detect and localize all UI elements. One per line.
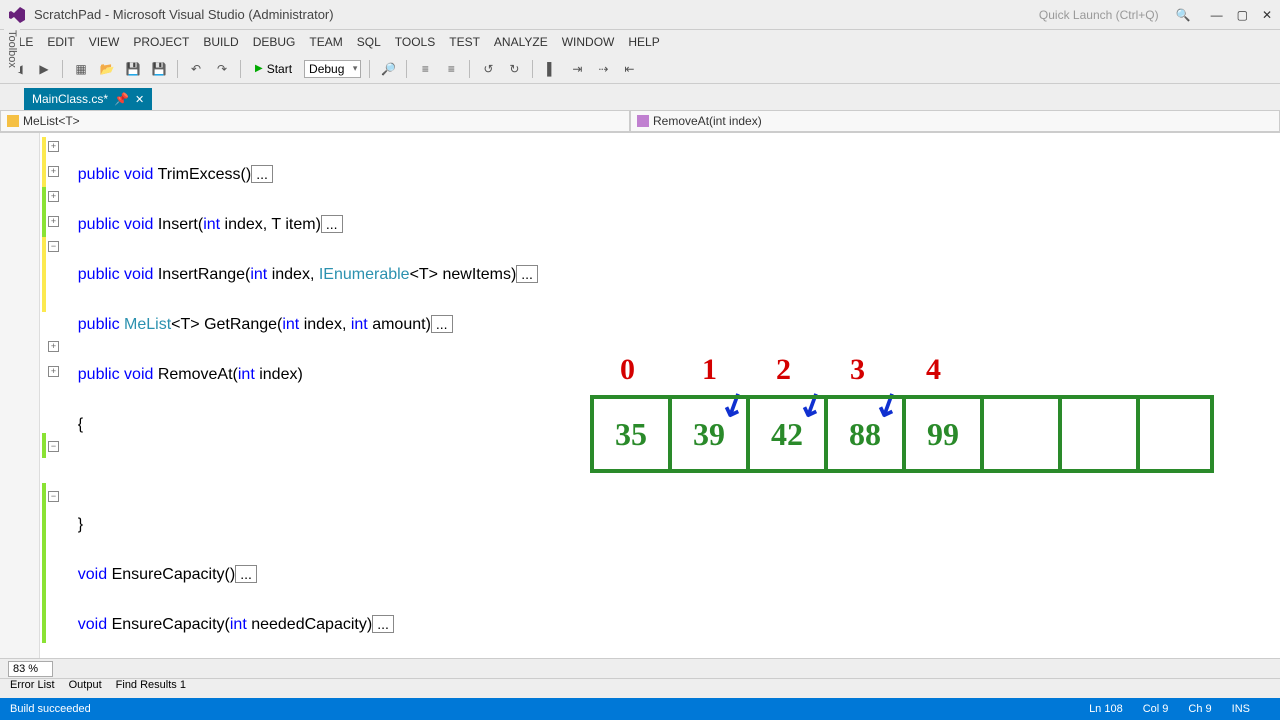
menu-edit[interactable]: EDIT xyxy=(47,35,74,49)
array-cell: 39 xyxy=(668,395,746,473)
tab-pin-icon[interactable]: 📌 xyxy=(114,92,129,106)
step-into-icon[interactable]: ⇥ xyxy=(567,59,587,79)
zoom-bar: 83 % xyxy=(0,658,1280,678)
menu-debug[interactable]: DEBUG xyxy=(253,35,296,49)
redo-icon[interactable]: ↷ xyxy=(212,59,232,79)
fold-icon[interactable]: + xyxy=(48,366,59,377)
open-file-icon[interactable]: 📂 xyxy=(97,59,117,79)
toolbox-panel-tab[interactable]: Toolbox xyxy=(4,26,20,72)
menu-sql[interactable]: SQL xyxy=(357,35,381,49)
vs-logo-icon xyxy=(8,6,26,24)
array-cell xyxy=(1058,395,1136,473)
code-editor[interactable]: + + + + − + + − − public void TrimExcess… xyxy=(0,133,1280,693)
find-icon[interactable]: 🔎 xyxy=(378,59,398,79)
ins-status: INS xyxy=(1232,703,1250,715)
start-label: Start xyxy=(267,62,292,76)
undo-icon[interactable]: ↶ xyxy=(186,59,206,79)
ch-status: Ch 9 xyxy=(1188,703,1211,715)
save-all-icon[interactable]: 💾 xyxy=(149,59,169,79)
menu-help[interactable]: HELP xyxy=(628,35,659,49)
tab-label: MainClass.cs* xyxy=(32,92,108,106)
fold-icon[interactable]: − xyxy=(48,491,59,502)
code-content[interactable]: public void TrimExcess()... public void … xyxy=(60,137,566,693)
menu-test[interactable]: TEST xyxy=(449,35,480,49)
start-debug-button[interactable]: ▶ Start xyxy=(249,62,298,76)
break-icon[interactable]: ▌ xyxy=(541,59,561,79)
menu-view[interactable]: VIEW xyxy=(89,35,120,49)
menu-bar: FILE EDIT VIEW PROJECT BUILD DEBUG TEAM … xyxy=(0,30,1280,54)
step-back-icon[interactable]: ↺ xyxy=(478,59,498,79)
nav-fwd-icon[interactable]: ▶ xyxy=(34,59,54,79)
uncomment-icon[interactable]: ≡ xyxy=(441,59,461,79)
array-cell: 99 xyxy=(902,395,980,473)
tab-strip: MainClass.cs* 📌 ✕ xyxy=(0,84,1280,110)
menu-window[interactable]: WINDOW xyxy=(562,35,615,49)
fold-icon[interactable]: + xyxy=(48,216,59,227)
search-icon[interactable]: 🔍 xyxy=(1176,8,1191,22)
type-nav-dropdown[interactable]: MeList<T> xyxy=(0,110,630,132)
fold-icon[interactable]: − xyxy=(48,441,59,452)
file-tab[interactable]: MainClass.cs* 📌 ✕ xyxy=(24,88,152,110)
nav-bar: MeList<T> RemoveAt(int index) xyxy=(0,110,1280,133)
menu-analyze[interactable]: ANALYZE xyxy=(494,35,548,49)
status-bar: Build succeeded Ln 108 Col 9 Ch 9 INS xyxy=(0,698,1280,720)
save-icon[interactable]: 💾 xyxy=(123,59,143,79)
col-status: Col 9 xyxy=(1143,703,1169,715)
quick-launch-input[interactable]: Quick Launch (Ctrl+Q) xyxy=(1032,5,1166,25)
method-icon xyxy=(637,115,649,127)
menu-tools[interactable]: TOOLS xyxy=(395,35,435,49)
title-bar: ScratchPad - Microsoft Visual Studio (Ad… xyxy=(0,0,1280,30)
build-status: Build succeeded xyxy=(10,703,91,715)
close-button[interactable]: ✕ xyxy=(1262,8,1272,22)
play-icon: ▶ xyxy=(255,63,263,74)
tab-close-icon[interactable]: ✕ xyxy=(135,93,144,106)
gutter xyxy=(0,133,40,693)
line-status: Ln 108 xyxy=(1089,703,1123,715)
step-fwd-icon[interactable]: ↻ xyxy=(504,59,524,79)
fold-icon[interactable]: + xyxy=(48,141,59,152)
maximize-button[interactable]: ▢ xyxy=(1237,8,1248,22)
array-cell: 42 xyxy=(746,395,824,473)
config-dropdown[interactable]: Debug xyxy=(304,60,361,78)
array-cell: 88 xyxy=(824,395,902,473)
menu-team[interactable]: TEAM xyxy=(309,35,342,49)
class-icon xyxy=(7,115,19,127)
fold-icon[interactable]: + xyxy=(48,166,59,177)
member-nav-dropdown[interactable]: RemoveAt(int index) xyxy=(630,110,1280,132)
step-over-icon[interactable]: ⇢ xyxy=(593,59,613,79)
fold-icon[interactable]: + xyxy=(48,191,59,202)
window-title: ScratchPad - Microsoft Visual Studio (Ad… xyxy=(34,7,1032,22)
new-project-icon[interactable]: ▦ xyxy=(71,59,91,79)
toolbar: ◀ ▶ ▦ 📂 💾 💾 ↶ ↷ ▶ Start Debug 🔎 ≡ ≡ ↺ ↻ … xyxy=(0,54,1280,84)
array-cell xyxy=(1136,395,1214,473)
comment-icon[interactable]: ≡ xyxy=(415,59,435,79)
menu-build[interactable]: BUILD xyxy=(203,35,238,49)
fold-icon[interactable]: + xyxy=(48,341,59,352)
fold-icon[interactable]: − xyxy=(48,241,59,252)
zoom-dropdown[interactable]: 83 % xyxy=(8,661,53,677)
output-tab[interactable]: Output xyxy=(69,679,102,698)
minimize-button[interactable]: — xyxy=(1211,8,1223,22)
step-out-icon[interactable]: ⇤ xyxy=(619,59,639,79)
tool-windows-bar: Error List Output Find Results 1 xyxy=(0,678,1280,698)
error-list-tab[interactable]: Error List xyxy=(10,679,55,698)
array-cell: 35 xyxy=(590,395,668,473)
array-cell xyxy=(980,395,1058,473)
find-results-tab[interactable]: Find Results 1 xyxy=(116,679,186,698)
menu-project[interactable]: PROJECT xyxy=(133,35,189,49)
